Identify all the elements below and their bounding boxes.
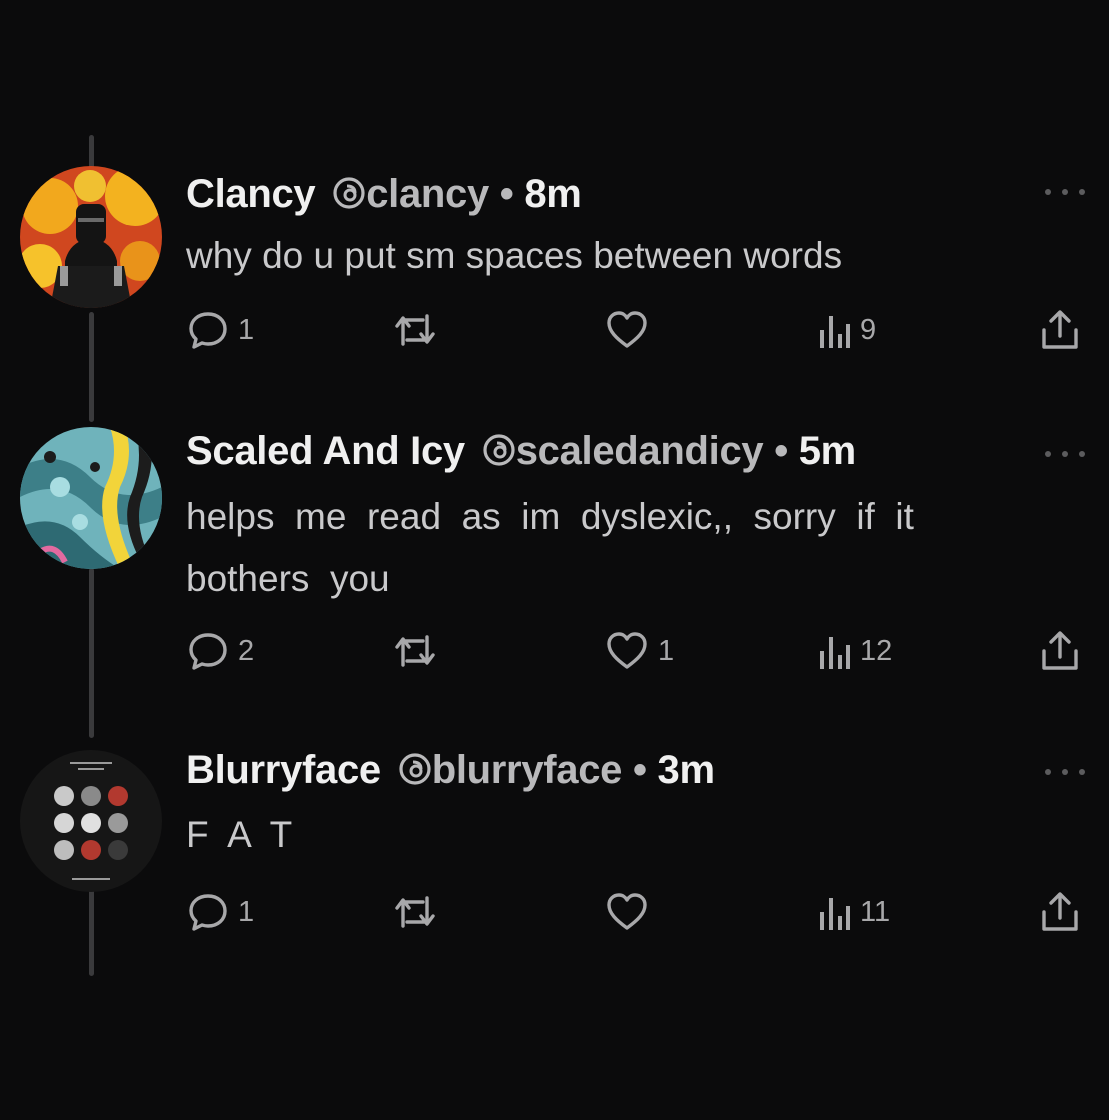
like-button[interactable] <box>604 306 658 354</box>
reply-count: 1 <box>238 895 255 928</box>
repost-button[interactable] <box>391 306 447 354</box>
thread-line <box>89 888 94 976</box>
more-icon[interactable] <box>1040 762 1090 782</box>
separator-dot: • <box>499 172 514 216</box>
avatar[interactable] <box>20 750 162 892</box>
post-time: 8m <box>524 172 582 216</box>
views-button[interactable]: 9 <box>816 306 876 354</box>
author-handle[interactable]: scaledandicy <box>516 429 764 473</box>
author-handle[interactable]: blurryface <box>432 748 623 792</box>
action-bar: 2 1 12 <box>186 627 1096 675</box>
share-icon <box>1038 890 1082 934</box>
heart-icon <box>604 308 650 352</box>
share-button[interactable] <box>1038 306 1082 354</box>
more-icon[interactable] <box>1040 182 1090 202</box>
views-icon <box>816 890 852 934</box>
reply-count: 2 <box>238 634 255 667</box>
share-icon <box>1038 629 1082 673</box>
threads-icon <box>482 429 516 474</box>
views-icon <box>816 629 852 673</box>
reply-button[interactable]: 2 <box>186 627 254 675</box>
repost-icon <box>391 629 439 673</box>
author-name[interactable]: Blurryface <box>186 748 381 792</box>
author-name[interactable]: Scaled And Icy <box>186 429 465 473</box>
reply-icon <box>186 890 230 934</box>
post-text: F A T <box>186 814 293 855</box>
avatar[interactable] <box>20 166 162 308</box>
views-count: 11 <box>860 895 891 928</box>
post-time: 3m <box>657 748 716 792</box>
share-icon <box>1038 308 1082 352</box>
threads-icon <box>398 748 432 793</box>
reply-icon <box>186 308 230 352</box>
reply-button[interactable]: 1 <box>186 888 254 936</box>
like-count: 1 <box>658 634 675 667</box>
reply-button[interactable]: 1 <box>186 306 254 354</box>
separator-dot: • <box>632 748 647 792</box>
views-count: 12 <box>860 634 893 667</box>
post-header: Scaled And Icy scaledandicy • 5m <box>186 429 856 474</box>
views-button[interactable]: 11 <box>816 888 890 936</box>
like-button[interactable] <box>604 888 658 936</box>
share-button[interactable] <box>1038 888 1082 936</box>
heart-icon <box>604 629 650 673</box>
author-name[interactable]: Clancy <box>186 172 316 216</box>
reply-icon <box>186 629 230 673</box>
post-text: helps me read as im dyslexic,, sorry if … <box>186 496 914 599</box>
post-header: Blurryface blurryface • 3m <box>186 748 715 793</box>
heart-icon <box>604 890 650 934</box>
reply-count: 1 <box>238 313 255 346</box>
avatar[interactable] <box>20 427 162 569</box>
separator-dot: • <box>774 429 788 473</box>
repost-button[interactable] <box>391 888 447 936</box>
post-header: Clancy clancy • 8m <box>186 172 582 217</box>
action-bar: 1 9 <box>186 306 1096 354</box>
post-time: 5m <box>798 429 857 473</box>
views-button[interactable]: 12 <box>816 627 892 675</box>
repost-icon <box>391 890 439 934</box>
more-icon[interactable] <box>1040 444 1090 464</box>
views-count: 9 <box>860 313 877 346</box>
repost-icon <box>391 308 439 352</box>
repost-button[interactable] <box>391 627 447 675</box>
thread-line <box>89 568 94 738</box>
author-handle[interactable]: clancy <box>366 172 489 216</box>
share-button[interactable] <box>1038 627 1082 675</box>
like-button[interactable]: 1 <box>604 627 674 675</box>
thread-line <box>89 312 94 422</box>
action-bar: 1 11 <box>186 888 1096 936</box>
views-icon <box>816 308 852 352</box>
threads-icon <box>332 172 366 217</box>
post-text: why do u put sm spaces between words <box>186 235 843 276</box>
